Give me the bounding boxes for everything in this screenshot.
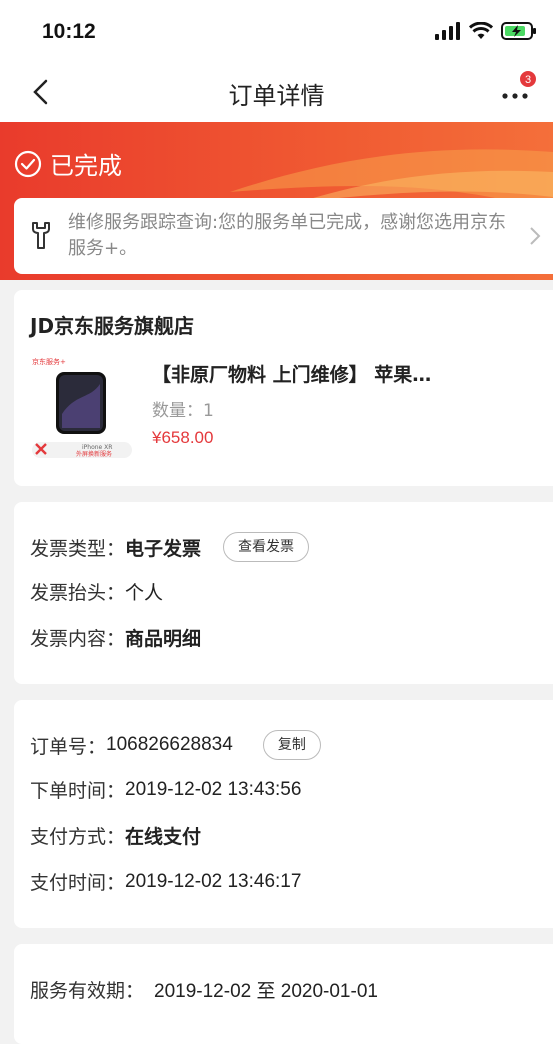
thumb-model-text: iPhone XR xyxy=(82,444,112,451)
invoice-type-value: 电子发票 xyxy=(125,537,202,560)
view-invoice-button[interactable]: 查看发票 xyxy=(223,532,310,562)
shop-name[interactable]: JD京东服务旗舰店 xyxy=(30,310,194,339)
order-number-label: 订单号： xyxy=(30,735,107,758)
page-title: 订单详情 xyxy=(228,82,325,110)
battery-charging-icon xyxy=(501,22,536,40)
quantity-value: 1 xyxy=(203,401,214,421)
invoice-header-row: 发票抬头： 个人 xyxy=(30,578,163,605)
invoice-card: 发票类型： 电子发票 查看发票 发票抬头： 个人 发票内容： 商品明细 xyxy=(14,502,553,684)
service-tracking-text: 维修服务跟踪查询:您的服务单已完成，感谢您选用京东服务+。 xyxy=(68,212,507,259)
order-number-value: 106826628834 xyxy=(106,734,233,755)
order-time-label: 下单时间： xyxy=(30,780,126,802)
pay-method-value: 在线支付 xyxy=(125,826,202,848)
check-circle-icon xyxy=(14,150,42,177)
validity-row: 服务有效期： 2019-12-02 至 2020-01-01 xyxy=(30,976,378,1003)
invoice-type-label: 发票类型： xyxy=(30,537,126,560)
service-validity-card: 服务有效期： 2019-12-02 至 2020-01-01 xyxy=(14,944,553,1044)
status-icons xyxy=(435,22,537,40)
service-tracking-card[interactable]: 维修服务跟踪查询:您的服务单已完成，感谢您选用京东服务+。 xyxy=(14,198,553,274)
validity-value: 2019-12-02 至 2020-01-01 xyxy=(154,981,378,1002)
invoice-content-value: 商品明细 xyxy=(125,628,202,650)
product-quantity: 数量：1 xyxy=(152,396,214,421)
invoice-header-value: 个人 xyxy=(125,582,164,604)
notification-badge: 3 xyxy=(519,70,537,88)
product-price: ¥658.00 xyxy=(152,428,214,447)
quantity-label: 数量： xyxy=(152,401,203,421)
pay-time-row: 支付时间： 2019-12-02 13:46:17 xyxy=(30,868,301,895)
chevron-right-icon xyxy=(530,227,541,245)
validity-label: 服务有效期： xyxy=(30,980,145,1002)
order-info-card: 订单号： 106826628834 复制 下单时间： 2019-12-02 13… xyxy=(14,700,553,928)
invoice-header-label: 发票抬头： xyxy=(30,582,126,604)
order-status-label: 已完成 xyxy=(50,152,122,180)
pay-method-label: 支付方式： xyxy=(30,826,126,848)
thumb-service-text: 外屏换新服务 xyxy=(76,450,112,458)
status-time: 10:12 xyxy=(42,20,96,43)
order-time-row: 下单时间： 2019-12-02 13:43:56 xyxy=(30,776,301,803)
cellular-signal-icon xyxy=(435,22,460,40)
product-title[interactable]: 【非原厂物料 上门维修】 苹果… xyxy=(152,360,431,387)
thumb-brand-text: 京东服务+ xyxy=(32,357,66,366)
wifi-icon xyxy=(469,22,493,39)
copy-button[interactable]: 复制 xyxy=(262,730,321,760)
pay-method-row: 支付方式： 在线支付 xyxy=(30,822,201,849)
order-status: 已完成 xyxy=(14,146,122,181)
invoice-content-label: 发票内容： xyxy=(30,628,126,650)
shop-card: JD京东服务旗舰店 京东服务+ iPhone XR 外屏换新服务 【非原厂物料 … xyxy=(14,290,553,486)
invoice-content-row: 发票内容： 商品明细 xyxy=(30,624,201,651)
wrench-icon xyxy=(32,222,50,249)
nav-bar: 订单详情 3 xyxy=(0,62,553,122)
order-number-row: 订单号： 106826628834 复制 xyxy=(30,730,321,760)
invoice-type-row: 发票类型： 电子发票 查看发票 xyxy=(30,532,310,562)
pay-time-value: 2019-12-02 13:46:17 xyxy=(125,870,302,892)
product-image: 京东服务+ iPhone XR 外屏换新服务 xyxy=(30,354,134,458)
product-thumbnail[interactable]: 京东服务+ iPhone XR 外屏换新服务 xyxy=(30,354,134,458)
order-time-value: 2019-12-02 13:43:56 xyxy=(125,778,302,800)
pay-time-label: 支付时间： xyxy=(30,872,126,894)
status-bar: 10:12 xyxy=(0,0,553,62)
